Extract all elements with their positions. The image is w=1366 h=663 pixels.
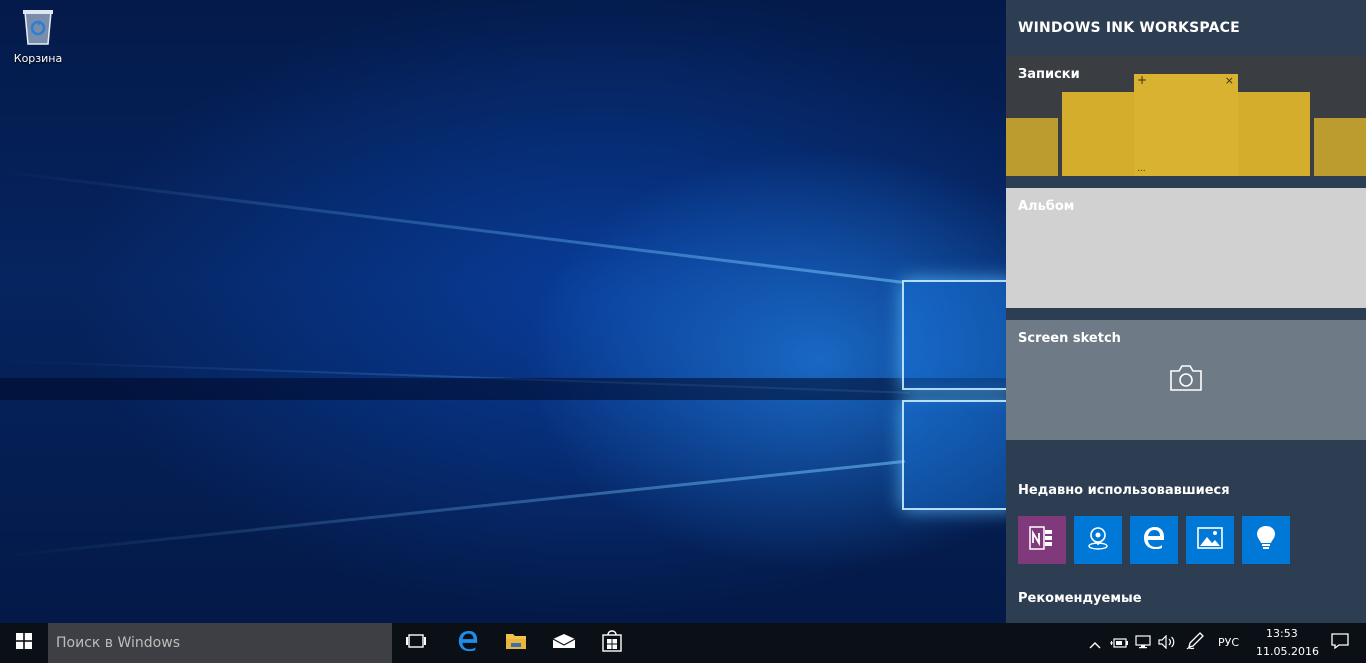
desktop-icon-recycle-bin[interactable]: Корзина xyxy=(12,8,64,65)
sticky-note xyxy=(1006,118,1058,176)
notification-icon xyxy=(1331,633,1349,653)
recent-app-maps[interactable] xyxy=(1074,516,1122,564)
tray-time[interactable]: 13:53 xyxy=(1266,627,1298,640)
ink-workspace-title: WINDOWS INK WORKSPACE xyxy=(1018,20,1240,36)
sticky-notes-label: Записки xyxy=(1018,67,1080,82)
light-beam xyxy=(0,170,904,284)
windows-logo-pane xyxy=(902,400,1016,510)
task-view-button[interactable] xyxy=(394,623,438,663)
windows-logo-pane xyxy=(902,280,1016,390)
photos-icon xyxy=(1197,527,1223,553)
sketchpad-tile[interactable]: Альбом xyxy=(1006,188,1366,308)
volume-icon xyxy=(1158,634,1176,653)
windows-ink-button[interactable] xyxy=(1182,623,1208,663)
search-placeholder: Поиск в Windows xyxy=(56,635,180,651)
taskbar-file-explorer[interactable] xyxy=(494,623,538,663)
taskbar-search-box[interactable]: Поиск в Windows xyxy=(48,623,392,663)
close-note-icon: × xyxy=(1224,74,1234,87)
camera-icon xyxy=(1169,364,1203,396)
ink-workspace-panel: WINDOWS INK WORKSPACE + × ... Записки Ал… xyxy=(1006,0,1366,623)
recent-app-edge[interactable] xyxy=(1130,516,1178,564)
add-note-icon: + xyxy=(1137,73,1148,87)
start-button[interactable] xyxy=(0,623,48,663)
tray-volume[interactable] xyxy=(1156,623,1178,663)
recycle-bin-icon xyxy=(22,8,54,46)
tray-date[interactable]: 11.05.2016 xyxy=(1256,645,1319,658)
edge-icon xyxy=(1142,526,1166,554)
sticky-note xyxy=(1062,92,1134,176)
tray-network[interactable] xyxy=(1132,623,1154,663)
recent-apps-list xyxy=(1018,516,1290,564)
action-center-button[interactable] xyxy=(1322,623,1358,663)
onenote-icon xyxy=(1029,526,1055,554)
screen-sketch-tile[interactable]: Screen sketch xyxy=(1006,320,1366,440)
desktop-icon-label: Корзина xyxy=(13,52,63,65)
sticky-note-main: + × ... xyxy=(1134,73,1238,176)
show-hidden-icons-button[interactable] xyxy=(1086,623,1104,663)
taskbar-edge[interactable] xyxy=(446,623,490,663)
note-more-icon: ... xyxy=(1137,164,1146,174)
lightbulb-icon xyxy=(1255,525,1277,555)
recent-app-tips[interactable] xyxy=(1242,516,1290,564)
taskbar-store[interactable] xyxy=(590,623,634,663)
recommended-title: Рекомендуемые xyxy=(1018,591,1142,606)
windows-logo-icon xyxy=(16,633,32,653)
sketchpad-label: Альбом xyxy=(1018,199,1075,214)
store-icon xyxy=(601,630,623,656)
recently-used-title: Недавно использовавшиеся xyxy=(1018,483,1230,498)
edge-icon xyxy=(457,630,479,656)
recent-app-photos[interactable] xyxy=(1186,516,1234,564)
sticky-note xyxy=(1238,92,1310,176)
sticky-notes-tile[interactable]: + × ... Записки xyxy=(1006,56,1366,176)
maps-icon xyxy=(1085,525,1111,555)
pen-icon xyxy=(1185,631,1205,655)
taskbar: Поиск в Windows РУС 13:53 11.05.2016 xyxy=(0,623,1366,663)
chevron-up-icon xyxy=(1089,634,1101,653)
tray-battery[interactable] xyxy=(1108,623,1130,663)
folder-icon xyxy=(505,631,527,655)
recent-app-onenote[interactable] xyxy=(1018,516,1066,564)
task-view-icon xyxy=(405,633,427,653)
sticky-note xyxy=(1314,118,1366,176)
battery-icon xyxy=(1110,634,1128,653)
screen-sketch-label: Screen sketch xyxy=(1018,331,1121,346)
network-icon xyxy=(1135,634,1151,653)
light-beam xyxy=(0,459,906,558)
wallpaper-band xyxy=(0,378,1010,400)
tray-language[interactable]: РУС xyxy=(1218,636,1239,649)
mail-icon xyxy=(552,633,576,653)
taskbar-mail[interactable] xyxy=(542,623,586,663)
